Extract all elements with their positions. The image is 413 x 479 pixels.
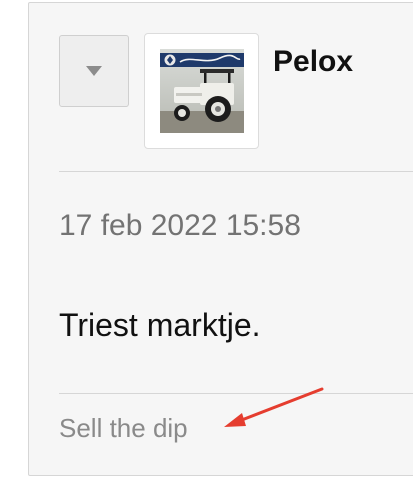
tractor-avatar-image <box>159 49 244 133</box>
signature-text: Sell the dip <box>59 413 188 443</box>
username[interactable]: Pelox <box>273 45 353 79</box>
avatar[interactable] <box>144 33 259 149</box>
collapse-button[interactable] <box>59 35 129 107</box>
post-card: Pelox 17 feb 2022 15:58 Triest marktje. … <box>28 2 413 476</box>
post-message: Triest marktje. <box>59 307 261 343</box>
red-arrow-icon <box>224 387 324 427</box>
post-timestamp: 17 feb 2022 15:58 <box>59 209 301 242</box>
triangle-down-icon <box>86 66 102 76</box>
header-divider <box>59 171 413 172</box>
